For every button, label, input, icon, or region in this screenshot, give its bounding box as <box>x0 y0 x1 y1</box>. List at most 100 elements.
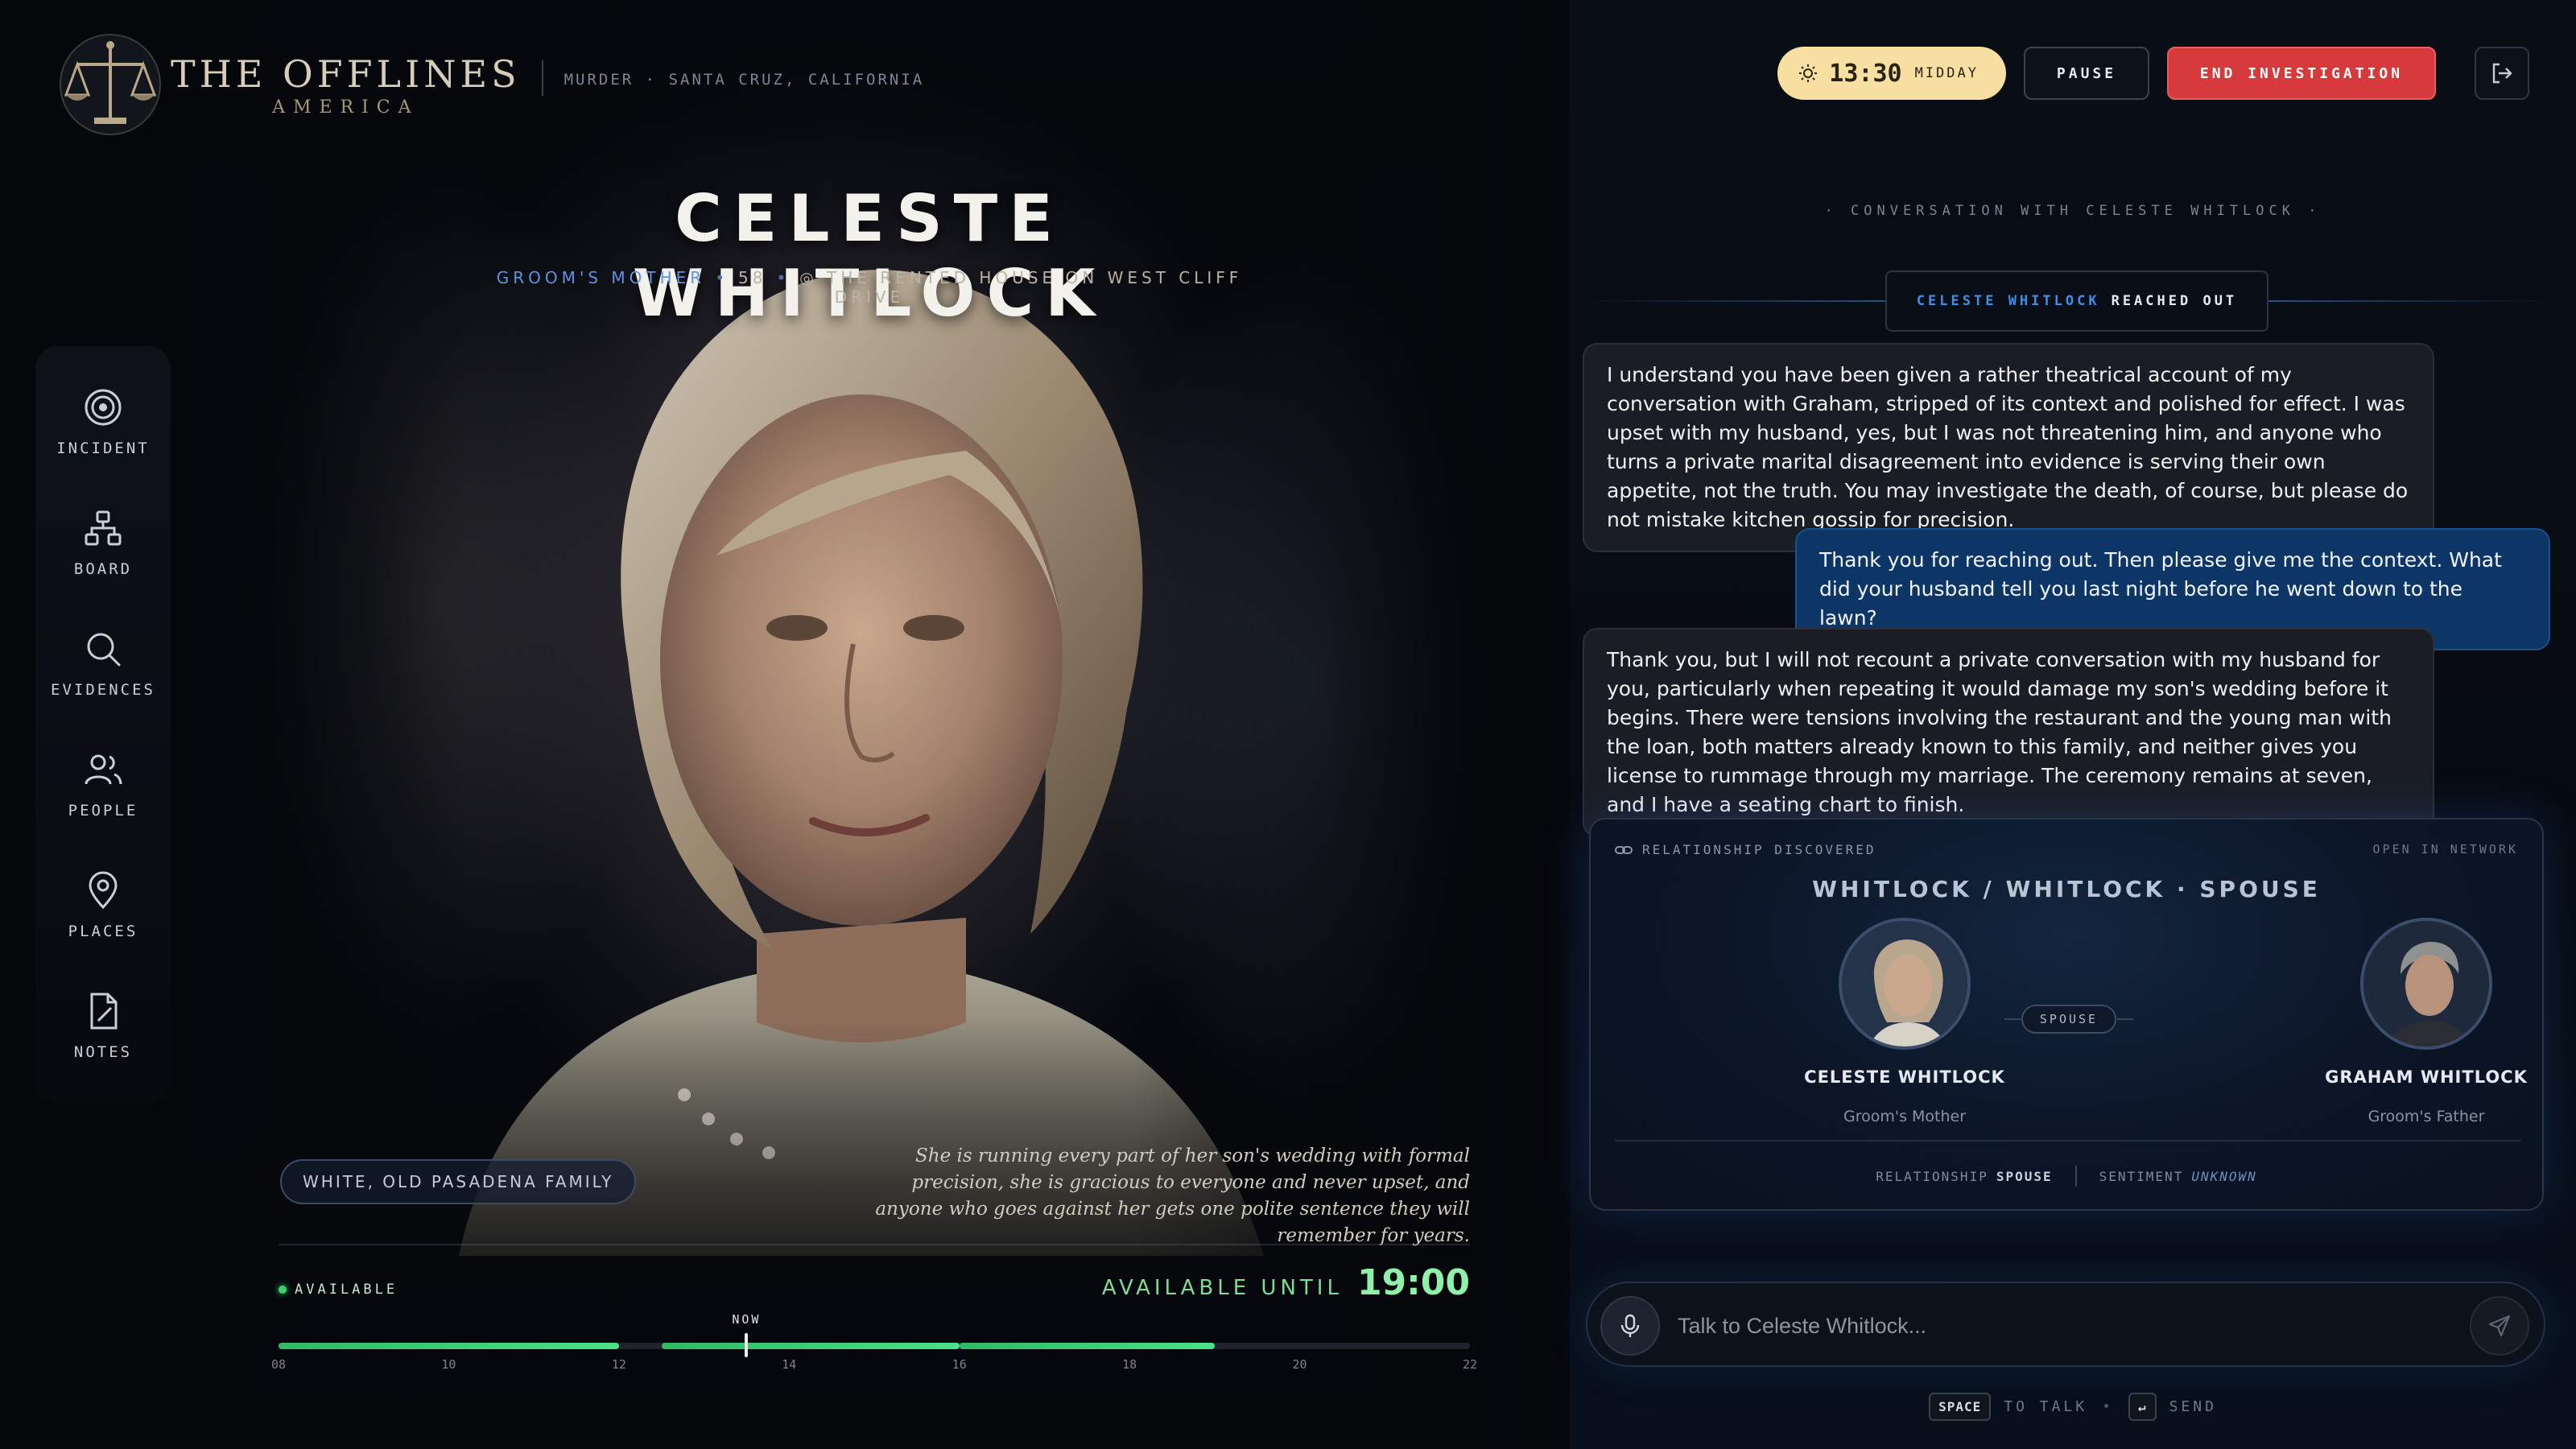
suspect-age: 58 <box>738 268 767 287</box>
brand-title: THE OFFLINES <box>171 52 521 96</box>
person-role: Groom's Mother <box>1843 1108 1967 1125</box>
timeline-available-window <box>661 1343 960 1349</box>
relationship-header: RELATIONSHIP DISCOVERED <box>1615 842 1876 857</box>
timeline-tick-label: 18 <box>1122 1357 1137 1372</box>
timeline-now-label: NOW <box>732 1312 762 1327</box>
available-until-time: 19:00 <box>1356 1262 1470 1303</box>
timeline-tick-label: 08 <box>270 1357 287 1372</box>
send-button[interactable] <box>2470 1296 2529 1356</box>
relationship-person-right[interactable]: GRAHAM WHITLOCK Groom's Father <box>2306 918 2547 1125</box>
suspect-role: GROOM'S MOTHER <box>496 268 706 287</box>
sidebar-item-incident[interactable]: INCIDENT <box>35 386 171 491</box>
link-icon <box>1615 845 1633 854</box>
relationship-key: RELATIONSHIP <box>1876 1168 1988 1184</box>
relationship-title: WHITLOCK / WHITLOCK · SPOUSE <box>1812 876 2321 902</box>
relationship-card[interactable]: RELATIONSHIP DISCOVERED OPEN IN NETWORK … <box>1589 818 2544 1211</box>
org-chart-icon <box>85 510 122 546</box>
relationship-value: SPOUSE <box>1996 1168 2053 1184</box>
mic-button[interactable] <box>1600 1296 1660 1356</box>
target-icon <box>85 389 122 426</box>
timeline-tick-label: 10 <box>441 1357 456 1372</box>
suspect-meta: GROOM'S MOTHER • 58 • ◎ THE RENTED HOUSE ON … <box>496 268 1243 307</box>
person-role: Groom's Father <box>2368 1108 2485 1125</box>
relationship-link-label: SPOUSE <box>2021 1005 2116 1034</box>
timeline-now-marker <box>745 1333 749 1357</box>
logout-icon <box>2492 63 2512 84</box>
relationship-details: RELATIONSHIP SPOUSE SENTIMENT UNKNOWN <box>1591 1166 2542 1187</box>
sentiment-key: SENTIMENT <box>2099 1168 2184 1184</box>
timeline-tick-label: 22 <box>1462 1357 1478 1372</box>
sidebar-item-people[interactable]: PEOPLE <box>35 749 171 853</box>
sidebar-item-board[interactable]: BOARD <box>35 507 171 612</box>
people-icon <box>85 754 122 785</box>
divider <box>1615 1140 2521 1141</box>
enter-key: ↵ <box>2128 1393 2157 1421</box>
relationship-header-label: RELATIONSHIP DISCOVERED <box>1642 842 1876 857</box>
exit-button[interactable] <box>2475 47 2529 100</box>
suspect-bio: She is running every part of her son's w… <box>875 1146 1470 1246</box>
game-clock: 13:30 MIDDAY <box>1777 47 2006 100</box>
relationship-person-left[interactable]: CELESTE WHITLOCK Groom's Mother <box>1784 918 2025 1125</box>
talk-hint: TO TALK <box>2004 1398 2088 1415</box>
microphone-icon <box>1620 1314 1640 1337</box>
timeline-tick-label: 12 <box>611 1357 626 1372</box>
available-until-label: AVAILABLE UNTIL <box>1101 1276 1343 1300</box>
sidebar-item-label: PLACES <box>68 923 138 940</box>
sidebar-item-evidences[interactable]: EVIDENCES <box>35 628 171 733</box>
sidebar-item-label: INCIDENT <box>56 440 150 457</box>
pause-button[interactable]: PAUSE <box>2024 47 2149 100</box>
divider <box>279 1244 1470 1245</box>
status-led <box>279 1286 287 1294</box>
send-hint: SEND <box>2169 1398 2217 1415</box>
search-icon <box>87 633 121 667</box>
available-until: AVAILABLE UNTIL 19:00 <box>1102 1262 1470 1303</box>
brand: THE OFFLINES AMERICA MURDER · SANTA CRUZ… <box>58 32 924 137</box>
reached-out-pill: CELESTE WHITLOCK REACHED OUT <box>1885 270 2268 332</box>
conversation-panel: 13:30 MIDDAY PAUSE END INVESTIGATION · C… <box>1570 0 2576 1449</box>
space-key: SPACE <box>1929 1393 1992 1421</box>
availability-timeline: NOW 08 10 12 14 16 18 20 22 <box>271 1312 1477 1377</box>
top-controls: 13:30 MIDDAY PAUSE END INVESTIGATION <box>1777 47 2576 100</box>
case-label: MURDER · SANTA CRUZ, CALIFORNIA <box>564 71 925 89</box>
keyboard-hints: SPACE TO TALK • ↵ SEND <box>1570 1393 2576 1421</box>
sidebar-item-places[interactable]: PLACES <box>35 869 171 974</box>
message-composer <box>1586 1282 2545 1367</box>
clock-phase: MIDDAY <box>1914 65 1979 81</box>
brand-name: THE OFFLINES AMERICA <box>171 52 521 118</box>
chat-input[interactable] <box>1678 1299 2442 1352</box>
suspect-name: CELESTE WHITLOCK <box>632 181 1107 331</box>
availability-status: AVAILABLE <box>279 1282 398 1298</box>
avatar <box>2360 918 2492 1050</box>
end-investigation-button[interactable]: END INVESTIGATION <box>2167 47 2436 100</box>
timeline-available-window <box>959 1343 1215 1349</box>
scales-of-justice-icon <box>60 34 161 135</box>
message-suspect: Thank you, but I will not recount a priv… <box>1583 628 2434 837</box>
person-name: CELESTE WHITLOCK <box>1804 1067 2005 1087</box>
timeline-tick-label: 20 <box>1292 1357 1307 1372</box>
timeline-available-window <box>279 1343 619 1349</box>
reached-out-banner: CELESTE WHITLOCK REACHED OUT <box>1584 270 2550 332</box>
note-icon <box>90 993 118 1030</box>
reached-out-action: REACHED OUT <box>2111 293 2238 309</box>
availability-status-label: AVAILABLE <box>295 1282 398 1298</box>
origin-badge: WHITE, OLD PASADENA FAMILY <box>280 1159 637 1204</box>
clock-time: 13:30 <box>1829 59 1902 88</box>
person-name: GRAHAM WHITLOCK <box>2325 1067 2528 1087</box>
sentiment-value: UNKNOWN <box>2191 1168 2257 1184</box>
reached-out-name: CELESTE WHITLOCK <box>1916 293 2100 309</box>
send-icon <box>2488 1315 2511 1337</box>
relationship-link: SPOUSE <box>2004 1005 2133 1034</box>
suspect-location: ◎ THE RENTED HOUSE ON WEST CLIFF DRIVE <box>799 268 1243 307</box>
conversation-title: · CONVERSATION WITH CELESTE WHITLOCK · <box>1824 203 2322 219</box>
map-pin-icon <box>89 871 118 910</box>
sidebar-item-label: EVIDENCES <box>51 681 155 699</box>
avatar <box>1839 918 1971 1050</box>
timeline-tick-label: 16 <box>952 1357 967 1372</box>
sidebar-item-notes[interactable]: NOTES <box>35 990 171 1095</box>
sidebar-item-label: PEOPLE <box>68 802 138 819</box>
timeline-tick-label: 14 <box>782 1357 797 1372</box>
open-in-network-link[interactable]: OPEN IN NETWORK <box>2373 842 2518 857</box>
message-suspect: I understand you have been given a rathe… <box>1583 343 2434 552</box>
sidebar: INCIDENT BOARD EVIDENCES PEOPLE PLACES N… <box>35 346 171 1103</box>
sidebar-item-label: NOTES <box>73 1043 133 1061</box>
